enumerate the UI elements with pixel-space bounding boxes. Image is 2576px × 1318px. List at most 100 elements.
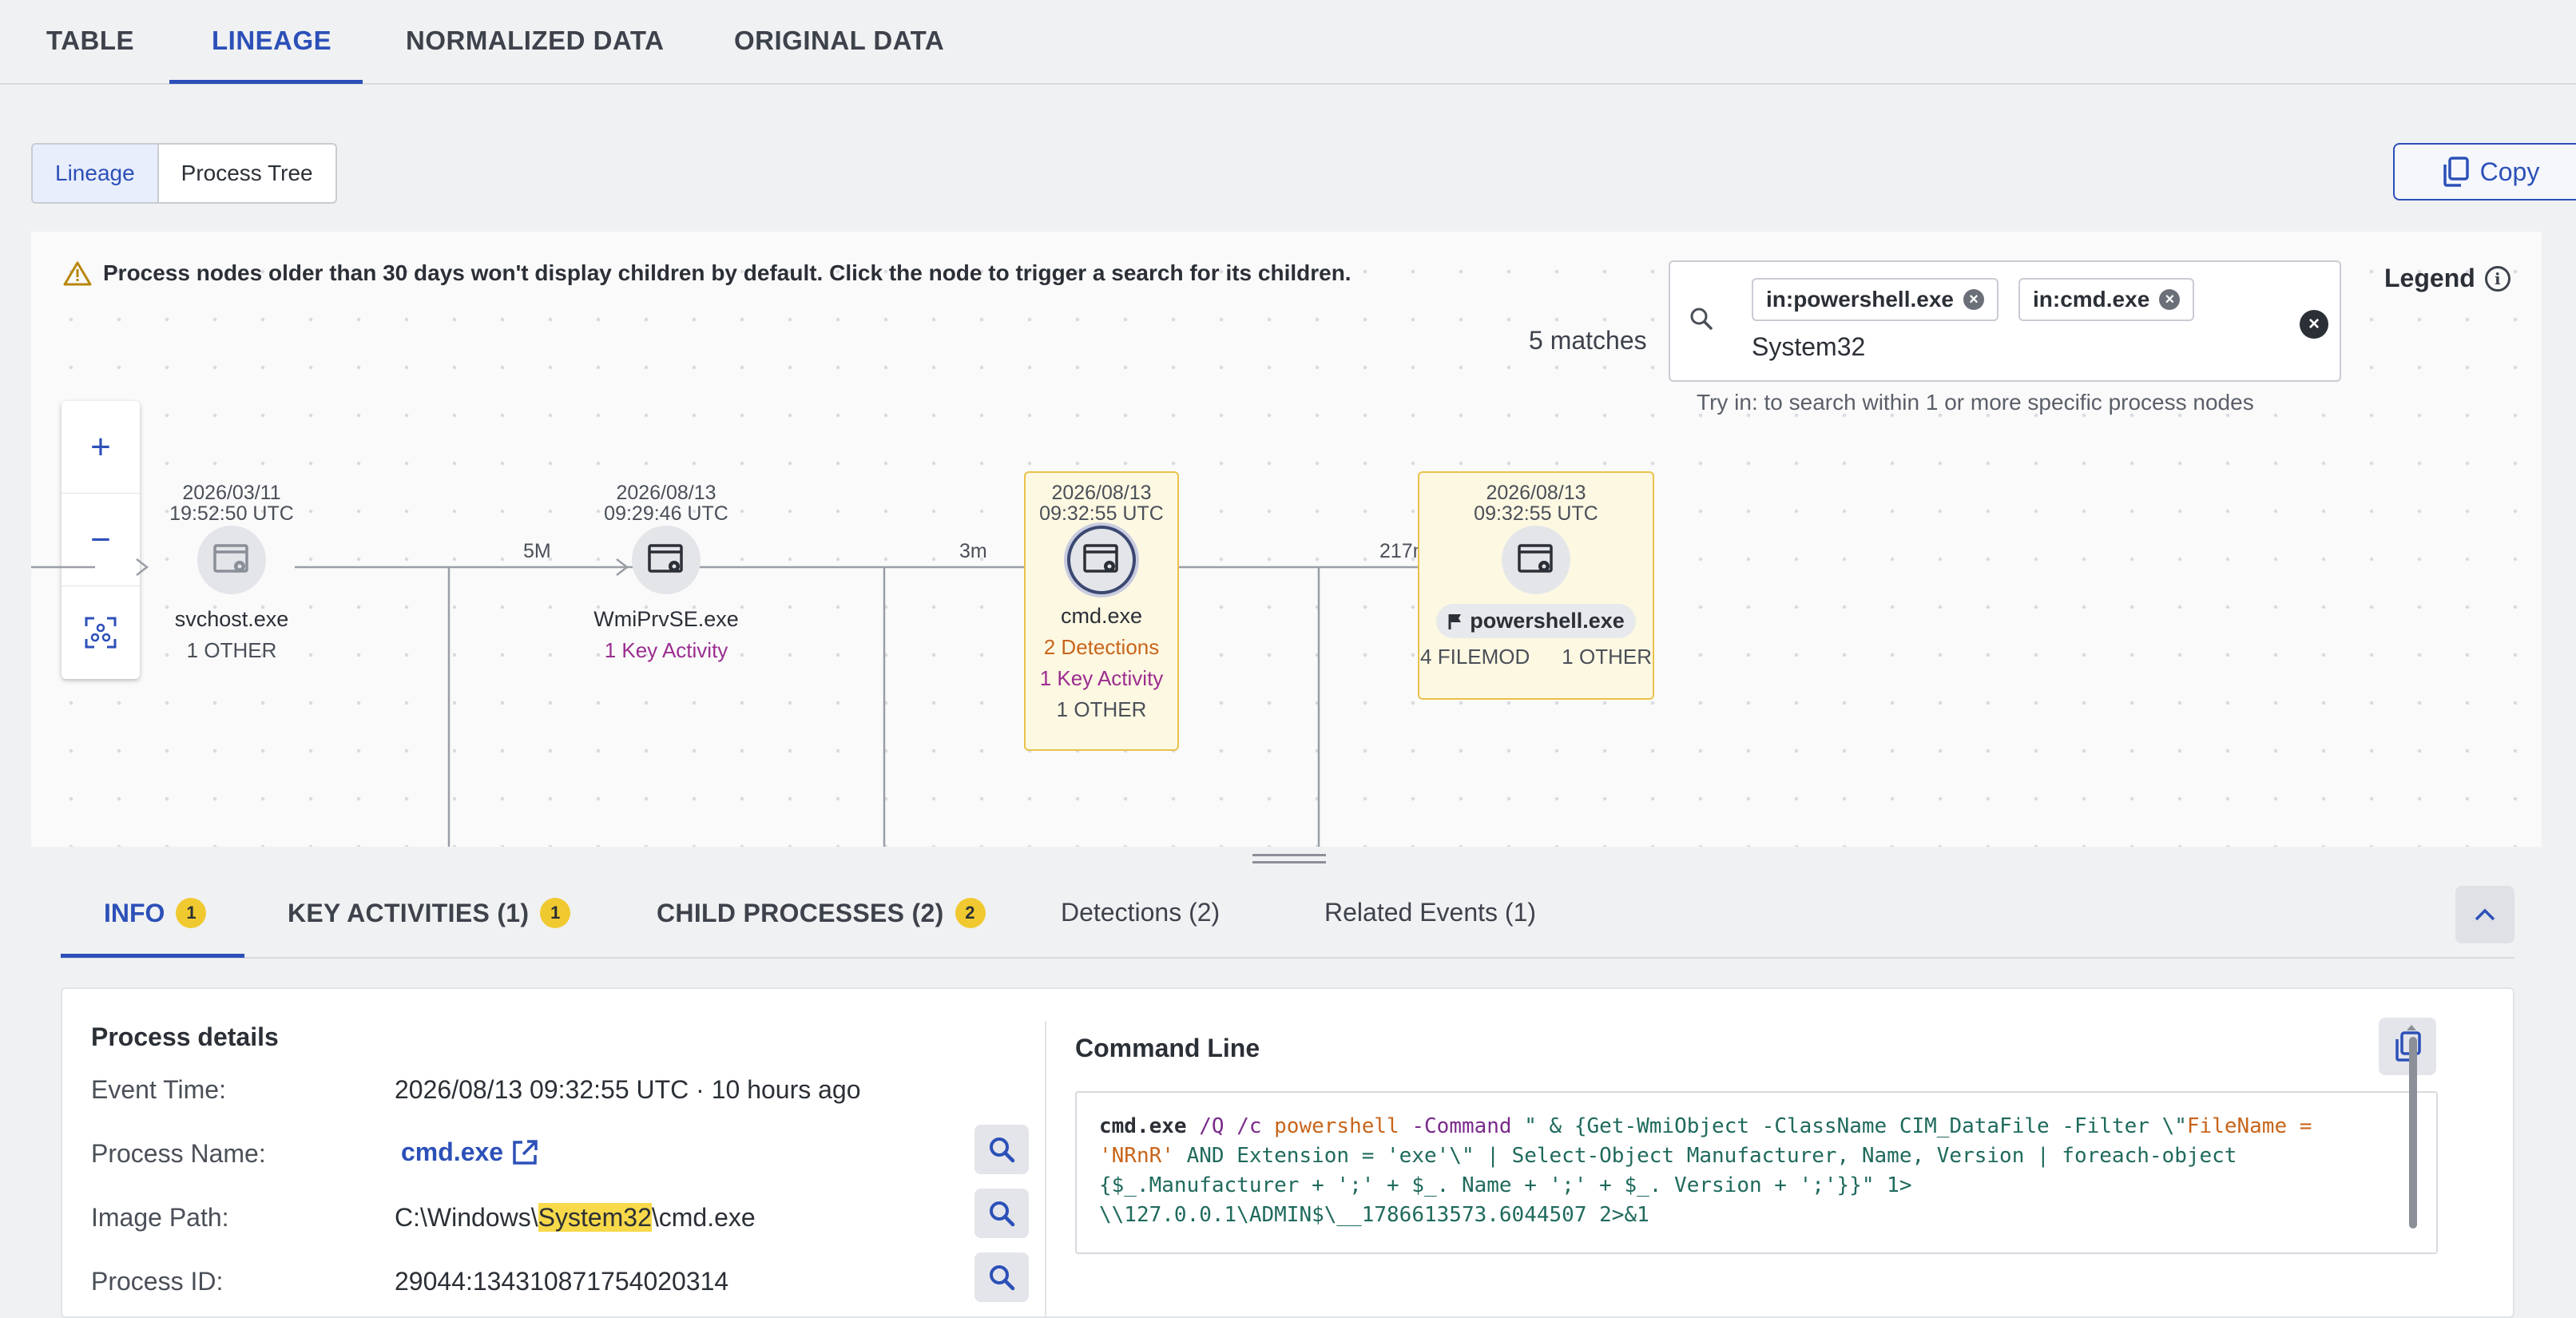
- top-tab-bar: TABLE LINEAGE NORMALIZED DATA ORIGINAL D…: [0, 0, 2576, 85]
- lineage-graph[interactable]: Process nodes older than 30 days won't d…: [31, 232, 2542, 847]
- node-event-counts: 4 FILEMOD 1 OTHER: [1416, 645, 1656, 669]
- column-divider: [1045, 1021, 1046, 1318]
- active-tab-indicator: [169, 80, 363, 84]
- node-name: svchost.exe: [174, 607, 289, 631]
- node-name: cmd.exe: [1060, 604, 1143, 628]
- cmd-powershell: powershell: [1274, 1114, 1399, 1138]
- event-time-label: Event Time:: [91, 1075, 226, 1104]
- process-node-icon[interactable]: [197, 526, 266, 594]
- process-node-icon[interactable]: [1067, 526, 1136, 594]
- external-link-icon: [513, 1139, 538, 1165]
- chevron-up-icon: [2475, 908, 2495, 921]
- tab-lineage[interactable]: LINEAGE: [212, 26, 331, 56]
- process-node-icon[interactable]: [1502, 526, 1570, 594]
- node-key-activity[interactable]: 1 Key Activity: [546, 638, 786, 663]
- node-key-activity[interactable]: 1 Key Activity: [982, 666, 1221, 691]
- cmd-text: 'exe'\" | Select-Object Manufacturer, Na…: [1387, 1144, 2237, 1168]
- tab-label: INFO: [104, 898, 165, 927]
- process-node-svchost[interactable]: 2026/03/11 19:52:50 UTC svchost.exe 1 OT…: [112, 482, 351, 663]
- image-path-label: Image Path:: [91, 1203, 229, 1232]
- process-window-icon: [213, 544, 248, 573]
- collapse-panel-button[interactable]: [2455, 886, 2514, 943]
- tab-badge: 2: [955, 898, 986, 928]
- command-line-box[interactable]: cmd.exe /Q /c powershell -Command " & {G…: [1075, 1091, 2438, 1254]
- process-id-label: Process ID:: [91, 1267, 224, 1296]
- tab-original-data[interactable]: ORIGINAL DATA: [734, 26, 944, 56]
- node-date: 2026/08/13: [616, 482, 716, 504]
- tab-info[interactable]: INFO 1: [104, 898, 207, 928]
- tab-badge: 1: [176, 898, 207, 928]
- node-other-count: 1 OTHER: [1562, 645, 1652, 669]
- event-time-value: 2026/08/13 09:32:55 UTC · 10 hours ago: [395, 1075, 861, 1104]
- tab-child-processes[interactable]: CHILD PROCESSES (2) 2: [657, 898, 986, 928]
- search-process-id-button[interactable]: [974, 1252, 1029, 1302]
- command-line-title: Command Line: [1075, 1034, 1260, 1062]
- cmd-flags: /Q /c: [1186, 1114, 1275, 1138]
- lineage-view-button[interactable]: Lineage: [33, 145, 159, 202]
- cmd-text: " & {Get-WmiObject -ClassName CIM_DataFi…: [1511, 1114, 2187, 1138]
- process-node-cmd[interactable]: 2026/08/13 09:32:55 UTC cmd.exe 2 Detect…: [982, 482, 1221, 722]
- copy-button[interactable]: Copy: [2393, 143, 2576, 200]
- copy-icon: [2395, 1031, 2421, 1062]
- tab-table[interactable]: TABLE: [46, 26, 134, 56]
- tab-badge: 1: [540, 898, 571, 928]
- process-id-value: 29044:134310871754020314: [395, 1267, 729, 1296]
- node-time: 19:52:50 UTC: [169, 502, 294, 525]
- process-details-title: Process details: [91, 1022, 279, 1051]
- search-image-path-button[interactable]: [974, 1189, 1029, 1238]
- node-other-count: 1 OTHER: [1056, 697, 1147, 721]
- search-process-name-button[interactable]: [974, 1125, 1029, 1174]
- node-date: 2026/08/13: [1051, 482, 1152, 504]
- process-detail-panel: Process details Event Time: 2026/08/13 0…: [61, 987, 2514, 1318]
- process-window-icon: [1518, 544, 1553, 573]
- search-match-highlight: System32: [538, 1203, 652, 1232]
- search-icon: [990, 1201, 1015, 1227]
- process-node-powershell[interactable]: 2026/08/13 09:32:55 UTC powershell.exe 4…: [1416, 482, 1656, 669]
- scroll-up-arrow-icon[interactable]: [2405, 1022, 2418, 1032]
- node-time: 09:32:55 UTC: [1474, 502, 1598, 525]
- cmd-text: AND Extension =: [1173, 1144, 1387, 1168]
- cmd-string: FileName =: [2186, 1114, 2312, 1138]
- tab-label: KEY ACTIVITIES (1): [288, 898, 530, 927]
- process-name-value: cmd.exe: [401, 1137, 504, 1166]
- tab-normalized-data[interactable]: NORMALIZED DATA: [406, 26, 664, 56]
- image-path-suffix: \cmd.exe: [651, 1203, 756, 1232]
- node-date: 2026/03/11: [182, 482, 281, 504]
- panel-resize-handle[interactable]: [1252, 854, 1326, 863]
- node-time: 09:29:46 UTC: [604, 502, 728, 525]
- command-line-4: \\127.0.0.1\ADMIN$\__1786613573.6044507 …: [1099, 1203, 1649, 1227]
- flag-icon: [1448, 613, 1462, 629]
- copy-button-label: Copy: [2479, 157, 2540, 186]
- tab-label: CHILD PROCESSES (2): [657, 898, 944, 927]
- command-line-1: cmd.exe /Q /c powershell -Command " & {G…: [1099, 1112, 2414, 1141]
- process-window-icon: [1083, 544, 1118, 573]
- tab-detections[interactable]: Detections (2): [1061, 898, 1220, 927]
- tab-related-events[interactable]: Related Events (1): [1324, 898, 1536, 927]
- node-date: 2026/08/13: [1486, 482, 1586, 504]
- node-name-pill: powershell.exe: [1436, 604, 1636, 638]
- node-filemod-count: 4 FILEMOD: [1420, 645, 1530, 669]
- detail-tab-bar: INFO 1 KEY ACTIVITIES (1) 1 CHILD PROCES…: [61, 879, 2514, 959]
- command-line-3: {$_.Manufacturer + ';' + $_. Name + ';' …: [1099, 1173, 1912, 1197]
- command-line-2: 'NRnR' AND Extension = 'exe'\" | Select-…: [1099, 1141, 2414, 1171]
- cmd-parameter: -Command: [1399, 1114, 1512, 1138]
- image-path-value: C:\Windows\System32\cmd.exe: [395, 1203, 756, 1233]
- active-tab-indicator: [61, 954, 244, 958]
- process-node-wmiprvse[interactable]: 2026/08/13 09:29:46 UTC WmiPrvSE.exe 1 K…: [546, 482, 786, 663]
- node-name: WmiPrvSE.exe: [593, 607, 739, 631]
- tab-key-activities[interactable]: KEY ACTIVITIES (1) 1: [288, 898, 571, 928]
- graph-edges: [31, 558, 1501, 847]
- process-window-icon: [648, 544, 683, 573]
- image-path-prefix: C:\Windows\: [395, 1203, 538, 1232]
- process-name-label: Process Name:: [91, 1139, 266, 1168]
- process-tree-view-button[interactable]: Process Tree: [159, 145, 335, 202]
- view-toggle: Lineage Process Tree: [31, 143, 337, 204]
- search-icon: [990, 1265, 1015, 1291]
- node-other-count: 1 OTHER: [186, 638, 277, 662]
- process-name-link[interactable]: cmd.exe: [401, 1137, 538, 1167]
- detail-scrollbar[interactable]: [2409, 1037, 2417, 1229]
- node-time: 09:32:55 UTC: [1039, 502, 1164, 525]
- process-node-icon[interactable]: [632, 526, 701, 594]
- node-detections[interactable]: 2 Detections: [982, 635, 1221, 660]
- node-name: powershell.exe: [1470, 609, 1625, 633]
